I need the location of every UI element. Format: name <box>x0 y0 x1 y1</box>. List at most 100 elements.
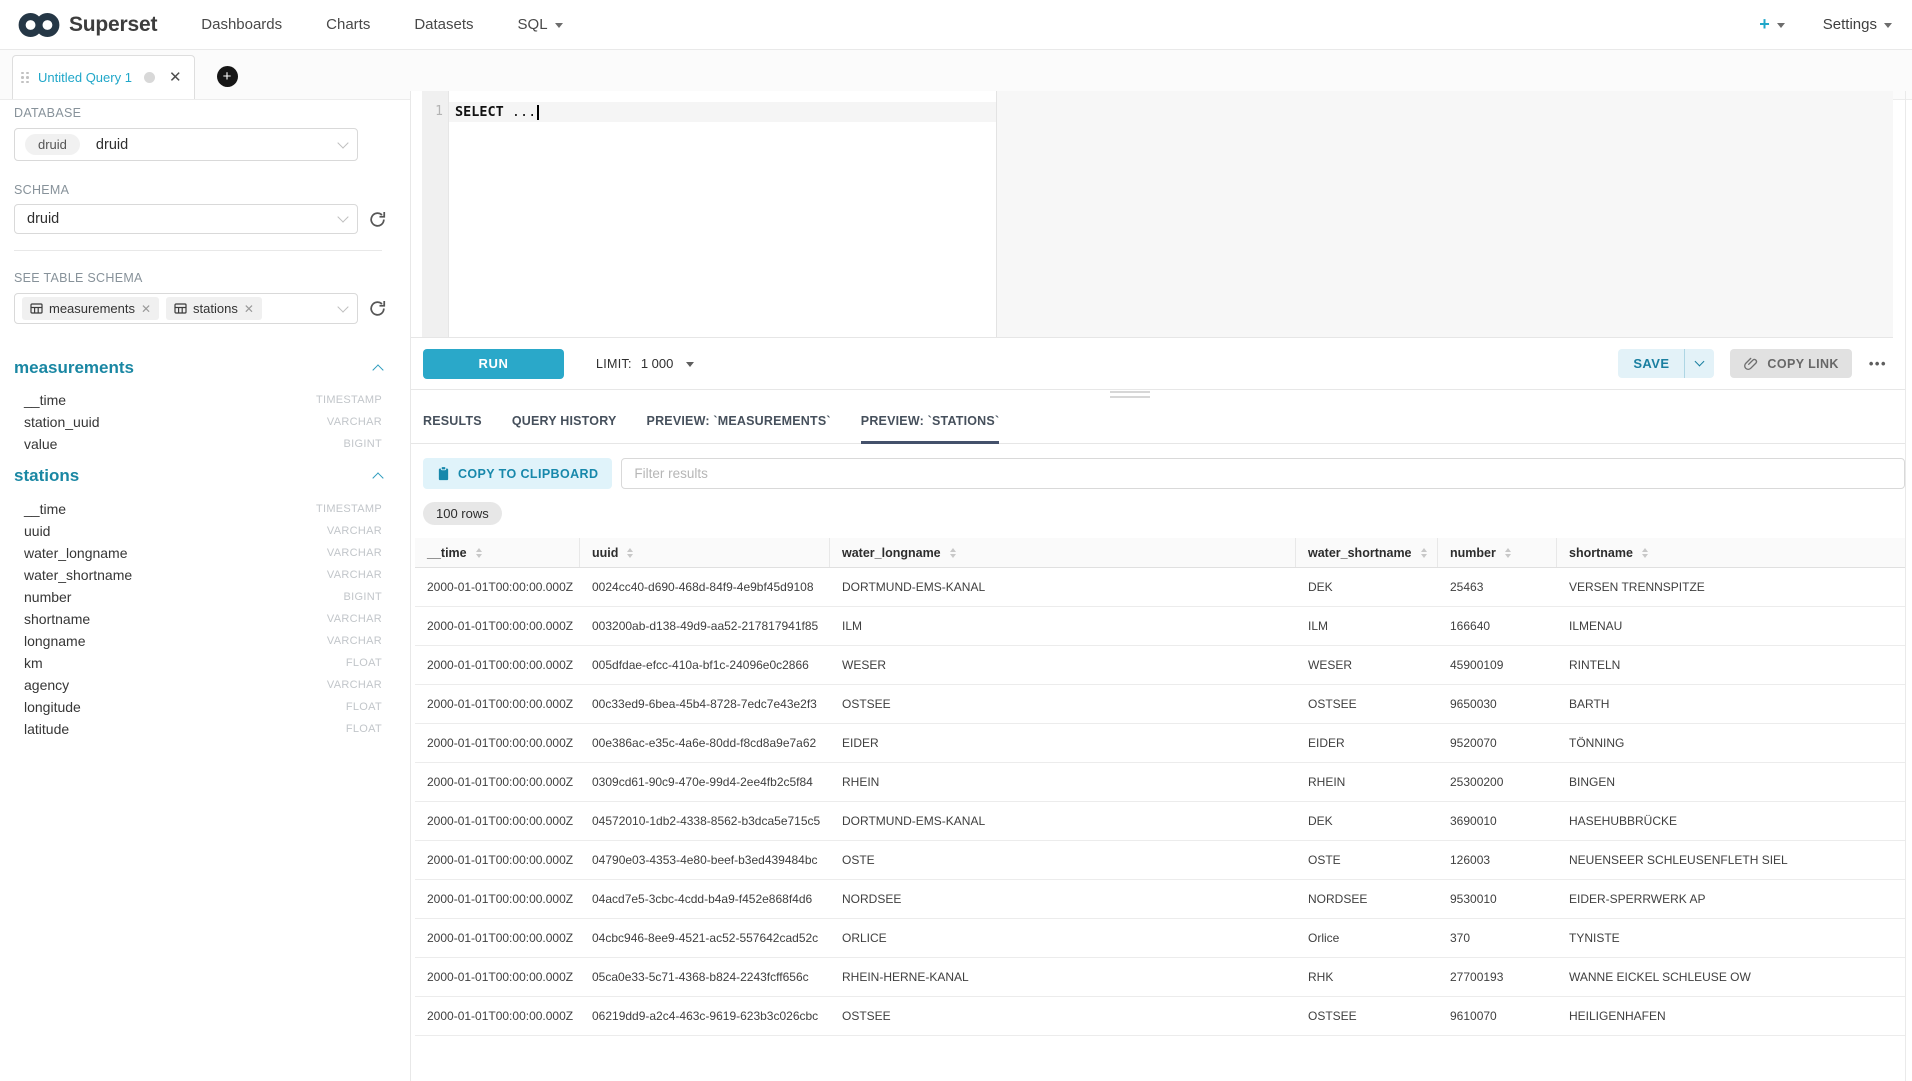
table-row[interactable]: 2000-01-01T00:00:00.000Z 04790e03-4353-4… <box>415 841 1905 880</box>
drag-handle-icon[interactable] <box>21 72 29 84</box>
table-row[interactable]: 2000-01-01T00:00:00.000Z 04572010-1db2-4… <box>415 802 1905 841</box>
settings-menu[interactable]: Settings <box>1823 16 1892 33</box>
close-icon[interactable]: ✕ <box>169 70 182 85</box>
cell-uuid: 04790e03-4353-4e80-beef-b3ed439484bc <box>580 841 830 879</box>
cell-water-longname: EIDER <box>830 724 1296 762</box>
schema-select[interactable]: druid <box>14 204 358 234</box>
result-tab[interactable]: PREVIEW: `MEASUREMENTS` <box>647 414 831 444</box>
cell-water-longname: OSTSEE <box>830 685 1296 723</box>
new-item-menu[interactable]: + <box>1759 14 1785 35</box>
table-row[interactable]: 2000-01-01T00:00:00.000Z 04cbc946-8ee9-4… <box>415 919 1905 958</box>
table-section-stations[interactable]: stations <box>14 466 382 486</box>
table-chip-measurements[interactable]: measurements ✕ <box>22 297 159 320</box>
cell-water-shortname: OSTSEE <box>1296 685 1438 723</box>
limit-dropdown[interactable]: LIMIT: 1 000 <box>596 356 694 371</box>
brand-name: Superset <box>69 13 157 37</box>
paperclip-icon <box>1743 356 1759 372</box>
cell-number: 9610070 <box>1438 997 1557 1035</box>
column-name: station_uuid <box>24 414 100 430</box>
table-icon <box>174 302 187 315</box>
cell-time: 2000-01-01T00:00:00.000Z <box>415 997 580 1035</box>
cell-uuid: 05ca0e33-5c71-4368-b824-2243fcff656c <box>580 958 830 996</box>
table-section-measurements[interactable]: measurements <box>14 358 382 378</box>
table-row[interactable]: 2000-01-01T00:00:00.000Z 003200ab-d138-4… <box>415 607 1905 646</box>
table-row[interactable]: 2000-01-01T00:00:00.000Z 05ca0e33-5c71-4… <box>415 958 1905 997</box>
column-header-shortname[interactable]: shortname <box>1557 538 1905 567</box>
cell-number: 370 <box>1438 919 1557 957</box>
table-row[interactable]: 2000-01-01T00:00:00.000Z 00e386ac-e35c-4… <box>415 724 1905 763</box>
nav-charts[interactable]: Charts <box>326 16 370 33</box>
cell-water-longname: ORLICE <box>830 919 1296 957</box>
sort-icon <box>627 548 633 558</box>
sql-code-line: SELECT ... <box>455 104 539 120</box>
table-icon <box>30 302 43 315</box>
cell-number: 126003 <box>1438 841 1557 879</box>
schema-column-row: water_longname VARCHAR <box>14 542 382 564</box>
results-table-body: 2000-01-01T00:00:00.000Z 0024cc40-d690-4… <box>415 568 1905 1036</box>
copy-to-clipboard-button[interactable]: COPY TO CLIPBOARD <box>423 458 612 489</box>
cell-water-longname: DORTMUND-EMS-KANAL <box>830 802 1296 840</box>
table-row[interactable]: 2000-01-01T00:00:00.000Z 005dfdae-efcc-4… <box>415 646 1905 685</box>
remove-icon[interactable]: ✕ <box>141 303 151 315</box>
nav-sql-menu[interactable]: SQL <box>518 16 563 33</box>
column-type: VARCHAR <box>327 635 382 647</box>
cell-shortname: HASEHUBBRÜCKE <box>1557 802 1905 840</box>
nav-dashboards[interactable]: Dashboards <box>201 16 282 33</box>
column-header-time[interactable]: __time <box>415 538 580 567</box>
cell-uuid: 00c33ed9-6bea-45b4-8728-7edc7e43e2f3 <box>580 685 830 723</box>
query-tab-untitled-query-1[interactable]: Untitled Query 1 ✕ <box>12 55 195 99</box>
column-type: VARCHAR <box>327 525 382 537</box>
column-name: shortname <box>24 611 90 627</box>
column-name: water_shortname <box>24 567 132 583</box>
remove-icon[interactable]: ✕ <box>244 303 254 315</box>
column-header-number[interactable]: number <box>1438 538 1557 567</box>
result-tab[interactable]: PREVIEW: `STATIONS` <box>861 414 1000 444</box>
refresh-tables-button[interactable] <box>365 296 389 320</box>
cell-time: 2000-01-01T00:00:00.000Z <box>415 802 580 840</box>
result-tab[interactable]: QUERY HISTORY <box>512 414 617 444</box>
cell-shortname: BARTH <box>1557 685 1905 723</box>
filter-results-input[interactable] <box>621 458 1905 489</box>
table-row[interactable]: 2000-01-01T00:00:00.000Z 04acd7e5-3cbc-4… <box>415 880 1905 919</box>
toolbar-right: SAVE COPY LINK ••• <box>1618 349 1887 378</box>
column-type: BIGINT <box>344 591 382 603</box>
chevron-down-icon <box>337 301 348 312</box>
column-header-uuid[interactable]: uuid <box>580 538 830 567</box>
refresh-schemas-button[interactable] <box>365 207 389 231</box>
cell-time: 2000-01-01T00:00:00.000Z <box>415 724 580 762</box>
table-row[interactable]: 2000-01-01T00:00:00.000Z 0024cc40-d690-4… <box>415 568 1905 607</box>
chevron-up-icon <box>372 472 383 483</box>
column-header-water-shortname[interactable]: water_shortname <box>1296 538 1438 567</box>
table-schema-select[interactable]: measurements ✕ stations ✕ <box>14 293 358 324</box>
superset-logo-link[interactable]: Superset <box>18 10 157 40</box>
see-table-schema-label: SEE TABLE SCHEMA <box>14 271 143 285</box>
table-row[interactable]: 2000-01-01T00:00:00.000Z 00c33ed9-6bea-4… <box>415 685 1905 724</box>
table-row[interactable]: 2000-01-01T00:00:00.000Z 06219dd9-a2c4-4… <box>415 997 1905 1036</box>
run-query-button[interactable]: RUN <box>423 349 564 379</box>
nav-datasets[interactable]: Datasets <box>414 16 473 33</box>
query-status-dot <box>144 72 155 83</box>
result-tab[interactable]: RESULTS <box>423 414 482 444</box>
result-tabs: RESULTS QUERY HISTORY PREVIEW: `MEASUREMEN… <box>411 400 1905 444</box>
database-select[interactable]: druid druid <box>14 128 358 161</box>
new-query-tab-button[interactable]: + <box>217 66 238 87</box>
column-name: number <box>24 589 71 605</box>
cell-number: 166640 <box>1438 607 1557 645</box>
column-header-water-longname[interactable]: water_longname <box>830 538 1296 567</box>
cell-uuid: 00e386ac-e35c-4a6e-80dd-f8cd8a9e7a62 <box>580 724 830 762</box>
copy-link-button[interactable]: COPY LINK <box>1730 349 1851 378</box>
save-button[interactable]: SAVE <box>1618 349 1684 378</box>
column-type: FLOAT <box>346 657 382 669</box>
save-options-button[interactable] <box>1685 349 1714 378</box>
cell-water-longname: OSTSEE <box>830 997 1296 1035</box>
chevron-down-icon <box>337 137 348 148</box>
cell-water-shortname: ILM <box>1296 607 1438 645</box>
column-type: BIGINT <box>344 438 382 450</box>
cell-water-shortname: WESER <box>1296 646 1438 684</box>
table-row[interactable]: 2000-01-01T00:00:00.000Z 0309cd61-90c9-4… <box>415 763 1905 802</box>
schema-column-row: uuid VARCHAR <box>14 520 382 542</box>
sql-editor[interactable]: 1 SELECT ... <box>411 91 1893 338</box>
cell-water-longname: WESER <box>830 646 1296 684</box>
table-chip-stations[interactable]: stations ✕ <box>166 297 262 320</box>
more-actions-button[interactable]: ••• <box>1869 356 1887 371</box>
